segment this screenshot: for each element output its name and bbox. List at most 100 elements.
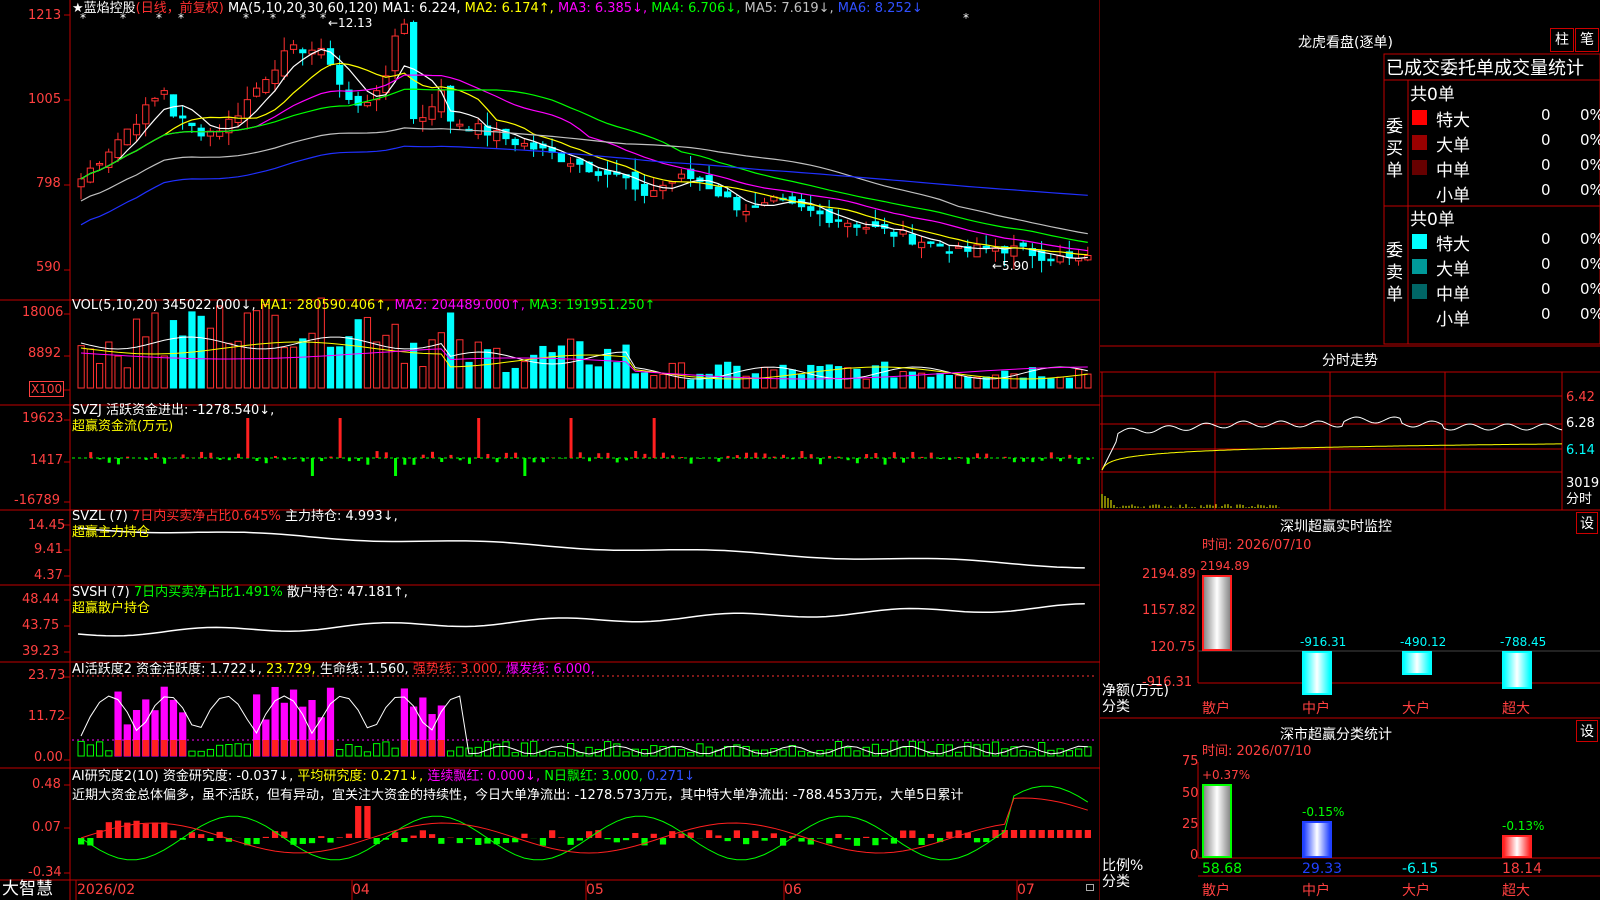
order-color-swatch <box>1412 160 1427 175</box>
volume-bar <box>1019 377 1027 389</box>
net-amount-value: 2194.89 <box>1200 559 1250 573</box>
category-label: 大户 <box>1402 701 1430 717</box>
kline-chart-area[interactable]: * * * * * * * * * <box>0 0 1100 900</box>
money-flow-bar <box>209 452 213 458</box>
period-label[interactable]: (日线，前复权) <box>136 1 224 16</box>
activity-bar <box>797 750 806 757</box>
intraday-y-tick: 6.14 <box>1566 443 1595 458</box>
y-tick: 0.07 <box>32 820 61 835</box>
vol-ma3: MA3: 191951.250↑ <box>529 298 656 313</box>
money-flow-bar <box>828 455 832 458</box>
research-bar <box>1066 830 1073 838</box>
candle <box>419 117 427 122</box>
volume-bar <box>751 373 759 389</box>
sz-monitor-settings-button[interactable]: 设 <box>1576 512 1598 534</box>
volume-bar <box>613 362 621 389</box>
activity-bar <box>982 743 990 757</box>
bar-view-button[interactable]: 柱 <box>1550 28 1574 52</box>
activity-bar <box>502 741 510 757</box>
activity-bar <box>705 746 713 757</box>
volume-bar <box>936 373 944 389</box>
activity-bar <box>696 743 704 757</box>
candle <box>1019 242 1027 247</box>
order-color-swatch <box>1412 234 1427 249</box>
candle <box>650 190 658 197</box>
candle <box>336 64 344 85</box>
candle <box>1047 258 1055 262</box>
candle <box>557 152 566 163</box>
y-tick: 18006 <box>22 305 64 320</box>
money-flow-bar <box>200 451 204 458</box>
activity-base-bar <box>142 740 149 756</box>
candle <box>640 183 649 196</box>
money-flow-bar <box>855 458 859 464</box>
research-bar <box>576 838 583 841</box>
candle <box>456 123 464 127</box>
intraday-price-line <box>1101 416 1563 471</box>
pen-view-button[interactable]: 笔 <box>1575 28 1599 52</box>
money-flow-bar <box>394 458 398 476</box>
szc-ylabel: 比例% <box>1102 858 1144 874</box>
activity-bar <box>206 748 215 757</box>
money-flow-bar <box>874 453 878 458</box>
activity-bar <box>807 752 815 757</box>
money-flow-bar <box>504 452 508 458</box>
vol-unit-button[interactable]: X100 <box>29 381 65 397</box>
order-type-label: 中单 <box>1436 285 1470 305</box>
candle <box>280 50 288 77</box>
ma-line-120 <box>80 145 1088 226</box>
szc-y-tick: 50 <box>1182 786 1199 801</box>
order-pct: 0% <box>1580 156 1600 174</box>
activity-bar <box>77 740 85 757</box>
sz-ylabel: 净额(万元) <box>1102 683 1169 699</box>
order-count: 0 <box>1541 131 1551 149</box>
research-bar <box>401 838 408 843</box>
research-bar <box>844 838 851 840</box>
high-price-mark: ←12.13 <box>328 16 373 30</box>
money-flow-bar <box>181 454 185 458</box>
money-flow-bar <box>1003 456 1007 458</box>
research-bar <box>1020 830 1027 838</box>
money-flow-bar <box>107 458 111 463</box>
y-tick: 8892 <box>28 346 62 361</box>
volume-bar <box>151 312 159 389</box>
y-tick: 590 <box>36 260 61 275</box>
candle <box>243 99 251 119</box>
research-bar <box>549 830 556 838</box>
money-flow-bar <box>938 458 942 460</box>
volume-bar <box>437 332 445 389</box>
activity-bar <box>622 751 630 757</box>
activity-bar <box>640 749 649 757</box>
szc-y-tick: 0 <box>1190 848 1199 863</box>
ma5-value: MA5: 7.619↓, <box>744 1 834 16</box>
activity-bar <box>520 742 529 757</box>
volume-bar <box>816 365 824 389</box>
activity-bar <box>548 751 556 757</box>
activity-bar <box>788 745 796 757</box>
activity-bar <box>197 750 205 757</box>
candle <box>252 87 261 97</box>
y-tick: 14.45 <box>28 518 66 533</box>
category-label: 超大 <box>1502 701 1530 717</box>
sz-y-tick: 120.75 <box>1150 640 1196 655</box>
volume-bar <box>890 377 898 389</box>
candle <box>234 115 242 123</box>
activity-base-bar <box>170 740 177 756</box>
ai-research-v1: 资金研究度: -0.037↓, <box>162 769 294 784</box>
ai-active-v4: 强势线: 3.000, <box>412 662 502 677</box>
szc-y-tick: 75 <box>1182 754 1199 769</box>
volume-bar <box>326 346 335 389</box>
candle <box>982 245 990 249</box>
main-chart-header: ★蓝焰控股(日线，前复权) MA(5,10,20,30,60,120) MA1:… <box>72 1 923 17</box>
sz-xlabel: 分类 <box>1102 699 1130 715</box>
money-flow-bar <box>320 458 324 462</box>
activity-base-bar <box>124 740 131 756</box>
svzl-desc1: 7日内买卖净占比0.645% <box>131 509 281 524</box>
lock-icon[interactable] <box>1086 884 1094 891</box>
money-flow-bar <box>338 418 342 458</box>
activity-bar <box>779 749 787 757</box>
sz-class-settings-button[interactable]: 设 <box>1576 720 1598 742</box>
stock-name[interactable]: 蓝焰控股 <box>84 1 136 16</box>
money-flow-bar <box>523 458 527 476</box>
volume-bar <box>640 372 649 389</box>
